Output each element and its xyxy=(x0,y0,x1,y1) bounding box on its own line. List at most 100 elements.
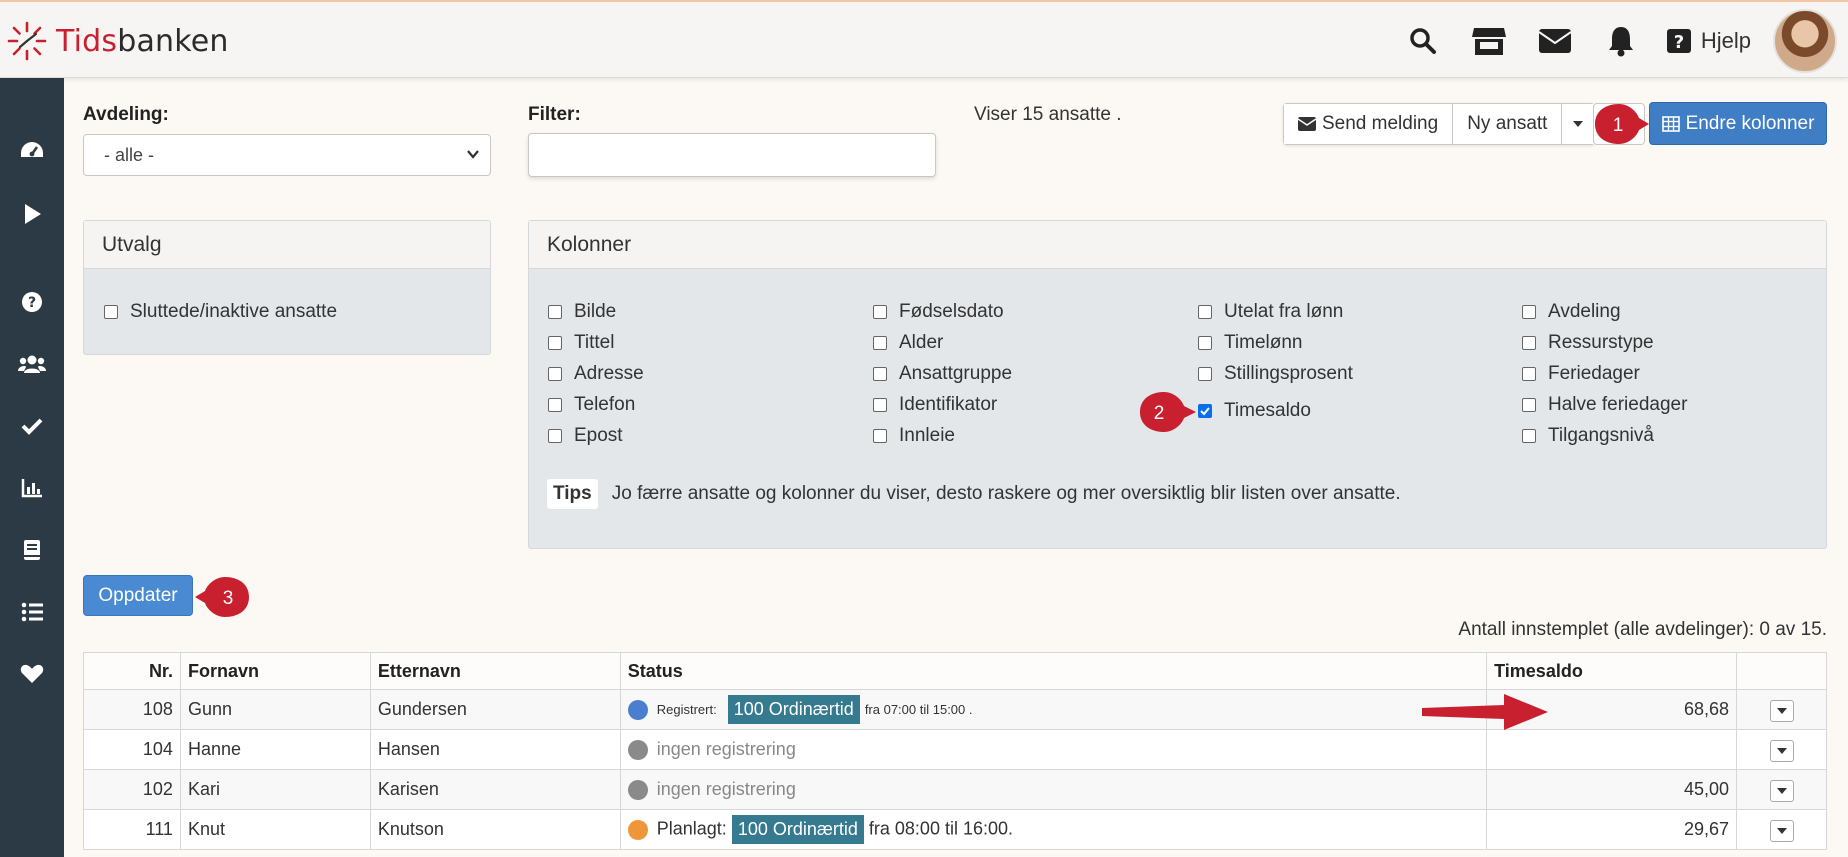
department-label: Avdeling: xyxy=(83,104,169,125)
column-checkbox-tittel[interactable]: Tittel xyxy=(548,332,614,354)
cell-nr: 111 xyxy=(83,809,181,850)
annotation-arrow xyxy=(1422,694,1548,730)
caret-down-icon xyxy=(1776,827,1787,834)
filter-input[interactable] xyxy=(528,133,936,177)
column-header-first-name[interactable]: Fornavn xyxy=(179,652,371,690)
column-checkbox-ressurstype[interactable]: Ressurstype xyxy=(1522,332,1654,354)
store-icon[interactable] xyxy=(1469,21,1509,61)
checkbox-box[interactable] xyxy=(873,429,887,443)
column-label: Alder xyxy=(899,332,944,353)
cell-last-name: Hansen xyxy=(369,729,621,770)
table-row[interactable]: 104 Hanne Hansen ingen registrering xyxy=(83,729,1827,770)
cell-nr: 104 xyxy=(83,729,181,770)
column-checkbox-tilgangsniva[interactable]: Tilgangsnivå xyxy=(1522,425,1654,447)
checkbox-box[interactable] xyxy=(873,336,887,350)
top-icons: ? Hjelp xyxy=(1403,2,1848,80)
chart-icon[interactable] xyxy=(14,470,50,506)
checkbox-box[interactable] xyxy=(1522,398,1536,412)
caret-down-icon xyxy=(1776,747,1787,754)
checkbox-box[interactable] xyxy=(548,367,562,381)
update-button[interactable]: Oppdater xyxy=(83,575,193,616)
column-checkbox-adresse[interactable]: Adresse xyxy=(548,363,644,385)
column-checkbox-epost[interactable]: Epost xyxy=(548,425,623,447)
brand-logo[interactable]: Tidsbanken xyxy=(6,20,229,62)
column-checkbox-timesaldo[interactable]: Timesaldo xyxy=(1198,400,1311,422)
checkbox-box[interactable] xyxy=(104,305,118,319)
checkbox-box[interactable] xyxy=(548,305,562,319)
column-checkbox-identifikator[interactable]: Identifikator xyxy=(873,394,997,416)
column-checkbox-ansattgruppe[interactable]: Ansattgruppe xyxy=(873,363,1012,385)
column-checkbox-alder[interactable]: Alder xyxy=(873,332,943,354)
column-label: Stillingsprosent xyxy=(1224,363,1353,384)
cell-first-name: Kari xyxy=(179,769,371,810)
checkbox-box[interactable] xyxy=(1522,367,1536,381)
checkbox-box[interactable] xyxy=(873,305,887,319)
column-checkbox-bilde[interactable]: Bilde xyxy=(548,301,616,323)
envelope-icon[interactable] xyxy=(1535,21,1575,61)
row-dropdown-button[interactable] xyxy=(1769,739,1794,762)
column-header-status[interactable]: Status xyxy=(619,652,1488,690)
cell-hour-balance: 45,00 xyxy=(1486,769,1737,810)
column-checkbox-utelat-fra-lonn[interactable]: Utelat fra lønn xyxy=(1198,301,1343,323)
help-icon[interactable]: ? xyxy=(14,284,50,320)
help-link[interactable]: ? Hjelp xyxy=(1666,28,1751,54)
new-employee-button[interactable]: Ny ansatt xyxy=(1453,104,1563,144)
user-avatar[interactable] xyxy=(1773,9,1837,73)
checkbox-box[interactable] xyxy=(548,429,562,443)
change-columns-button[interactable]: Endre kolonner xyxy=(1649,102,1827,145)
search-icon[interactable] xyxy=(1403,21,1443,61)
checkbox-box[interactable] xyxy=(1522,336,1536,350)
status-suffix: fra 08:00 til 16:00. xyxy=(868,818,1014,839)
new-employee-label: Ny ansatt xyxy=(1467,113,1548,134)
column-checkbox-innleie[interactable]: Innleie xyxy=(873,425,955,447)
table-row[interactable]: 108 Gunn Gundersen Registrert: 100 Ordin… xyxy=(83,689,1827,730)
column-checkbox-fodselsdato[interactable]: Fødselsdato xyxy=(873,301,1004,323)
checkbox-box[interactable] xyxy=(1522,305,1536,319)
checkbox-box[interactable] xyxy=(873,367,887,381)
checkbox-box[interactable] xyxy=(873,398,887,412)
top-bar: Tidsbanken ? Hjelp xyxy=(0,0,1848,78)
row-dropdown-button[interactable] xyxy=(1769,779,1794,802)
caret-down-icon xyxy=(1776,787,1787,794)
check-icon[interactable] xyxy=(14,408,50,444)
column-checkbox-telefon[interactable]: Telefon xyxy=(548,394,635,416)
checkbox-box[interactable] xyxy=(548,398,562,412)
heart-icon[interactable] xyxy=(14,656,50,692)
column-label: Fødselsdato xyxy=(899,301,1004,322)
column-header-last-name[interactable]: Etternavn xyxy=(369,652,621,690)
cell-last-name: Knutson xyxy=(369,809,621,850)
users-icon[interactable] xyxy=(14,346,50,382)
column-checkbox-stillingsprosent[interactable]: Stillingsprosent xyxy=(1198,363,1353,385)
checkbox-box[interactable] xyxy=(1522,429,1536,443)
cell-status: ingen registrering xyxy=(619,769,1488,810)
checkbox-box[interactable] xyxy=(1198,336,1212,350)
table-grid-icon xyxy=(1661,115,1680,132)
new-employee-dropdown-toggle[interactable] xyxy=(1562,104,1595,144)
checkbox-box[interactable] xyxy=(1198,367,1212,381)
checkbox-box-checked[interactable] xyxy=(1198,404,1212,418)
row-dropdown-button[interactable] xyxy=(1769,699,1794,722)
checkbox-box[interactable] xyxy=(1198,305,1212,319)
row-dropdown-button[interactable] xyxy=(1769,819,1794,842)
bell-icon[interactable] xyxy=(1601,21,1641,61)
column-checkbox-timelonn[interactable]: Timelønn xyxy=(1198,332,1302,354)
table-row[interactable]: 102 Kari Karisen ingen registrering 45,0… xyxy=(83,769,1827,810)
column-header-nr[interactable]: Nr. xyxy=(83,652,181,690)
selection-panel-title: Utvalg xyxy=(84,221,490,269)
column-checkbox-feriedager[interactable]: Feriedager xyxy=(1522,363,1640,385)
department-select[interactable]: - alle - xyxy=(83,134,491,176)
dashboard-icon[interactable] xyxy=(14,132,50,168)
callout-number: 3 xyxy=(223,588,234,609)
send-message-button[interactable]: Send melding xyxy=(1284,104,1454,144)
list-icon[interactable] xyxy=(14,594,50,630)
column-header-hour-balance[interactable]: Timesaldo xyxy=(1486,652,1737,690)
column-checkbox-halve-feriedager[interactable]: Halve feriedager xyxy=(1522,394,1687,416)
play-icon[interactable] xyxy=(14,196,50,232)
column-checkbox-avdeling[interactable]: Avdeling xyxy=(1522,301,1621,323)
checkbox-box[interactable] xyxy=(548,336,562,350)
inactive-employees-checkbox[interactable]: Sluttede/inaktive ansatte xyxy=(104,301,337,323)
column-label: Utelat fra lønn xyxy=(1224,301,1344,322)
envelope-icon xyxy=(1298,117,1316,131)
book-icon[interactable] xyxy=(14,532,50,568)
table-row[interactable]: 111 Knut Knutson Planlagt: 100 Ordinærti… xyxy=(83,809,1827,850)
